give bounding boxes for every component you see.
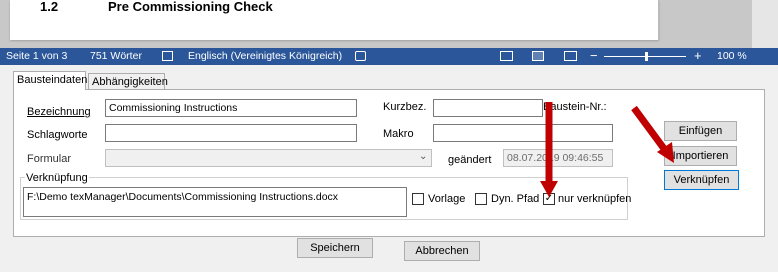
arrow-down-icon: [540, 102, 558, 197]
annotation-arrows: [540, 102, 674, 197]
tab-bausteindaten[interactable]: Bausteindaten: [13, 71, 87, 90]
arrow-diagonal-icon: [631, 105, 674, 163]
